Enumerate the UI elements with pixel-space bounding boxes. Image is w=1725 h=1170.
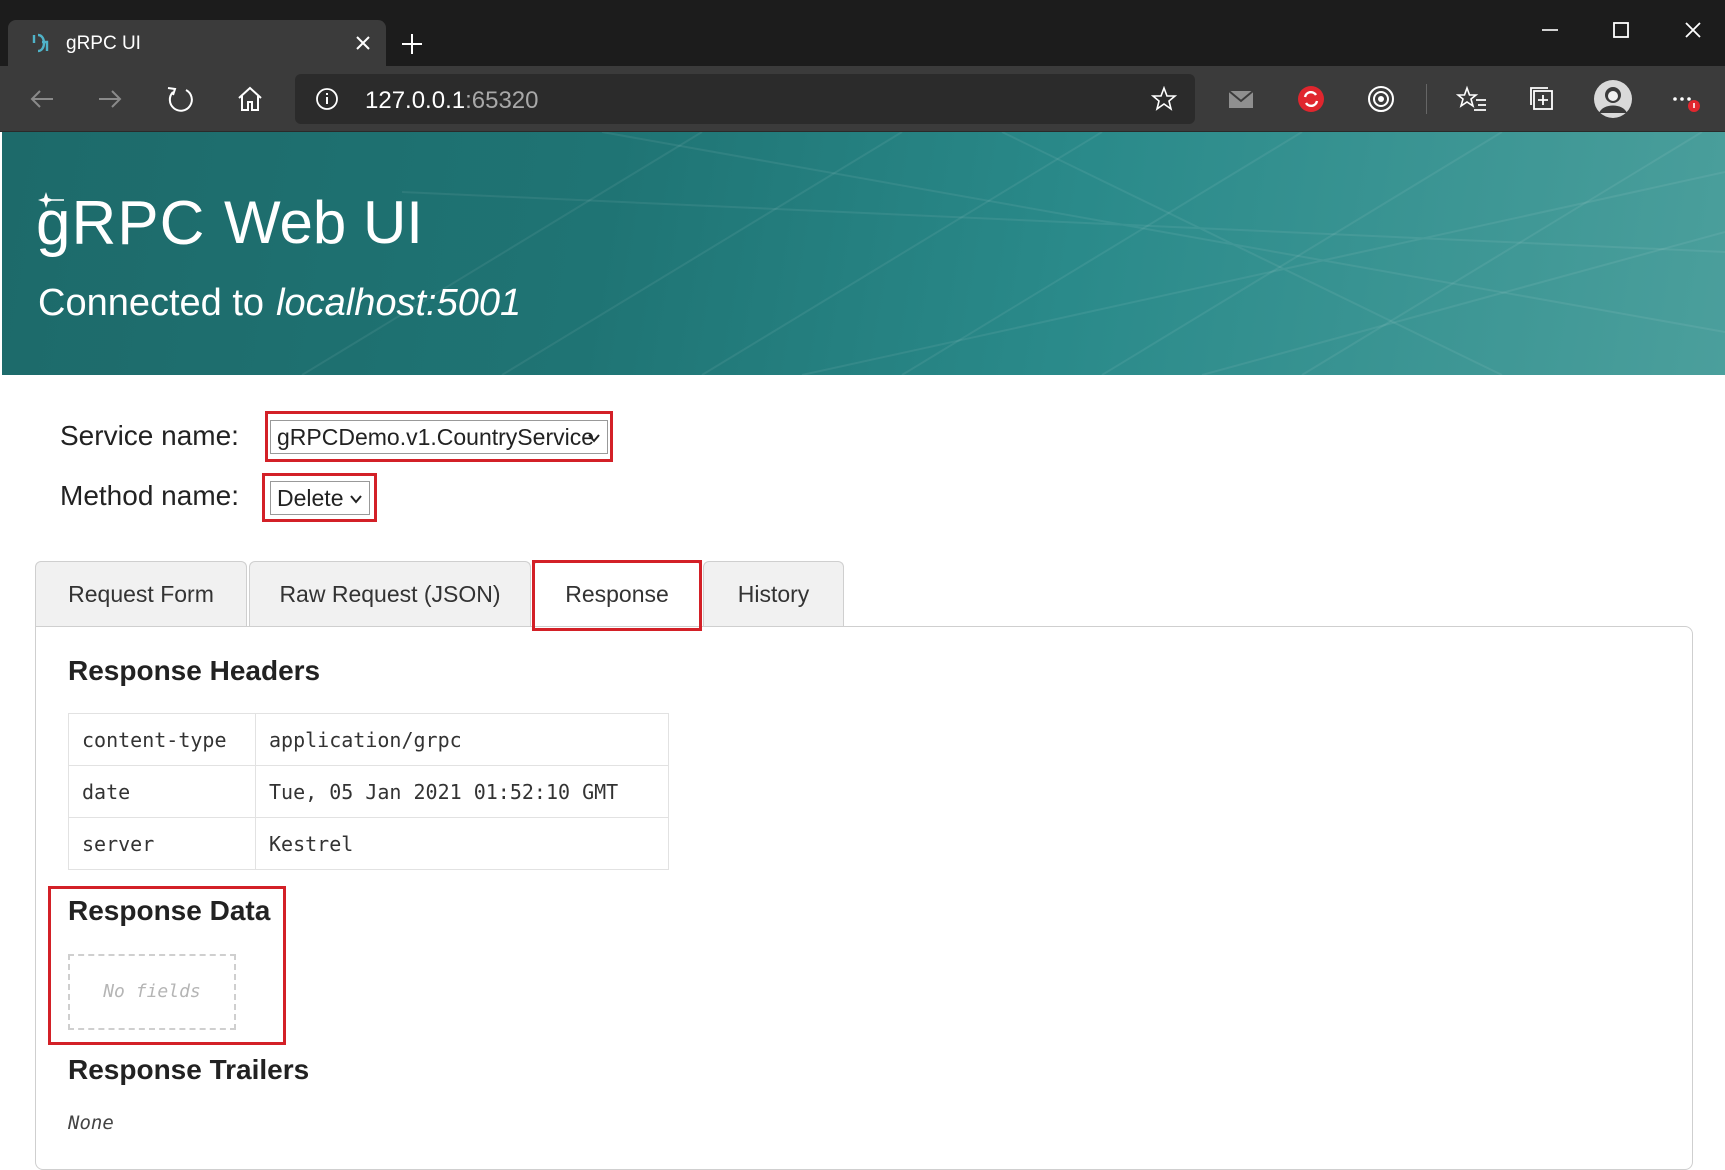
maximize-icon[interactable] bbox=[1603, 14, 1639, 46]
close-window-icon[interactable] bbox=[1675, 14, 1711, 46]
refresh-icon[interactable] bbox=[164, 83, 196, 115]
favorites-icon[interactable] bbox=[1456, 83, 1488, 115]
method-name-label: Method name: bbox=[60, 480, 239, 511]
header-value: Tue, 05 Jan 2021 01:52:10 GMT bbox=[255, 765, 669, 818]
more-icon[interactable] bbox=[1670, 83, 1702, 115]
profile-avatar-icon[interactable] bbox=[1593, 79, 1633, 119]
grpc-favicon-icon bbox=[32, 33, 49, 53]
table-row: content-type application/grpc bbox=[68, 713, 669, 766]
service-name-label: Service name: bbox=[60, 420, 239, 451]
minimize-icon[interactable] bbox=[1532, 14, 1568, 46]
url-host: 127.0.0.1 bbox=[365, 87, 466, 114]
target-extension-icon[interactable] bbox=[1365, 83, 1397, 115]
browser-tab[interactable]: gRPC UI bbox=[8, 20, 386, 66]
response-headers-table: content-type application/grpc date Tue, … bbox=[68, 713, 669, 870]
table-row: date Tue, 05 Jan 2021 01:52:10 GMT bbox=[68, 765, 669, 818]
header-key: server bbox=[68, 817, 256, 870]
connected-host: localhost:5001 bbox=[276, 282, 522, 324]
app-banner: gRPC Web UI Connected to localhost:5001 bbox=[2, 132, 1725, 375]
header-value: Kestrel bbox=[255, 817, 669, 870]
response-trailers-title: Response Trailers bbox=[68, 1054, 310, 1085]
tab-request-form[interactable]: Request Form bbox=[35, 561, 247, 627]
response-headers-title: Response Headers bbox=[68, 655, 321, 686]
header-key: content-type bbox=[68, 713, 256, 766]
response-trailers-value: None bbox=[68, 1112, 114, 1134]
collections-icon[interactable] bbox=[1526, 83, 1558, 115]
highlight-response-data bbox=[48, 886, 286, 1045]
browser-toolbar: 127.0.0.1:65320 bbox=[0, 66, 1725, 132]
tab-history[interactable]: History bbox=[703, 561, 844, 627]
highlight-service-select bbox=[265, 411, 613, 462]
home-icon[interactable] bbox=[234, 83, 266, 115]
address-bar[interactable]: 127.0.0.1:65320 bbox=[295, 74, 1195, 124]
header-value: application/grpc bbox=[255, 713, 669, 766]
tab-raw-request-json[interactable]: Raw Request (JSON) bbox=[249, 561, 531, 627]
highlight-method-select bbox=[262, 473, 377, 522]
table-row: server Kestrel bbox=[68, 817, 669, 870]
connection-status: Connected to localhost:5001 bbox=[38, 282, 521, 325]
back-icon[interactable] bbox=[26, 83, 58, 115]
highlight-response-tab bbox=[532, 560, 702, 631]
app-title: Web UI bbox=[224, 189, 423, 256]
toolbar-divider bbox=[1426, 84, 1427, 114]
mail-icon[interactable] bbox=[1225, 83, 1257, 115]
grpc-logo-text: gRPC bbox=[36, 189, 206, 258]
close-icon[interactable] bbox=[352, 32, 374, 54]
connected-label: Connected to bbox=[38, 282, 265, 324]
forward-icon[interactable] bbox=[94, 83, 126, 115]
header-key: date bbox=[68, 765, 256, 818]
sync-extension-icon[interactable] bbox=[1295, 83, 1327, 115]
browser-tab-strip: gRPC UI bbox=[0, 0, 1725, 66]
url-port: :65320 bbox=[465, 87, 539, 114]
tab-title: gRPC UI bbox=[66, 33, 141, 54]
info-icon[interactable] bbox=[315, 87, 339, 111]
url-text[interactable]: 127.0.0.1:65320 bbox=[365, 87, 539, 115]
plus-icon[interactable] bbox=[398, 30, 426, 58]
star-icon[interactable] bbox=[1151, 86, 1177, 112]
